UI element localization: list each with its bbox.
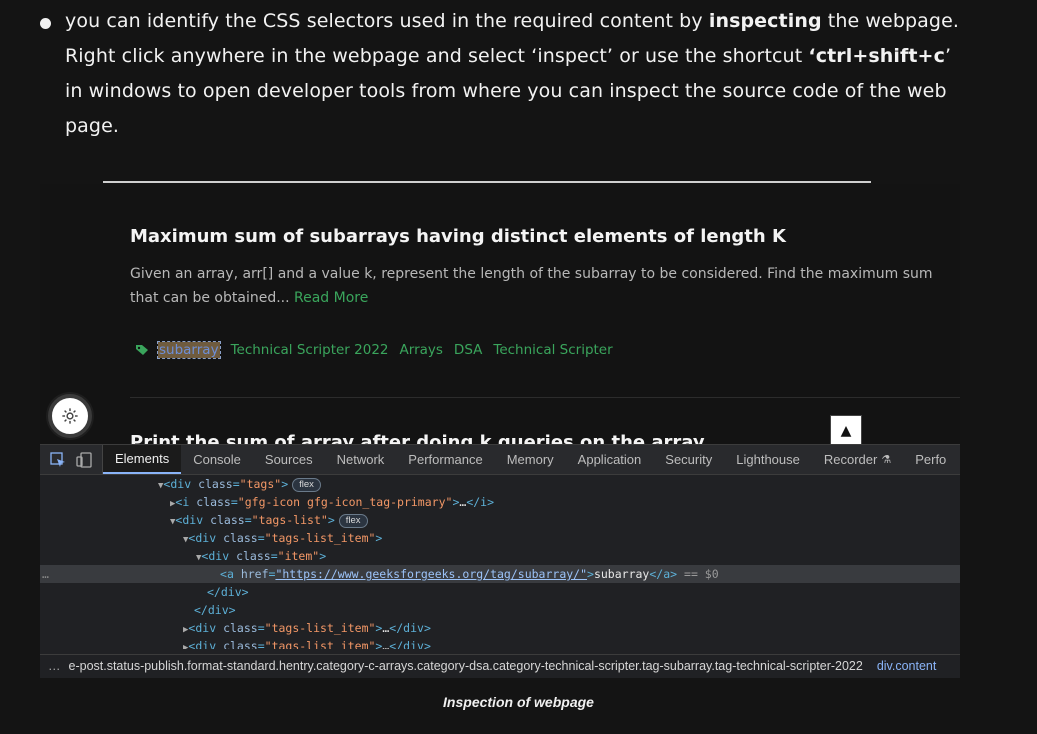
bullet-dot [40,18,51,29]
scroll-to-top-button[interactable]: ▲ [830,415,862,446]
card-title[interactable]: Maximum sum of subarrays having distinct… [130,226,786,247]
device-toolbar-icon[interactable] [76,451,92,468]
elements-tree: ▼<div class="tags"> flex ▶<i class="gfg-i… [40,475,960,649]
tab-lighthouse[interactable]: Lighthouse [724,445,812,474]
dom-node-tags[interactable]: ▼<div class="tags"> flex [40,475,960,493]
dom-node-icon[interactable]: ▶<i class="gfg-icon gfg-icon_tag-primary… [40,493,960,511]
inspecting-bold: inspecting [708,10,822,32]
tags-row: subarray Technical Scripter 2022 Arrays … [136,341,624,359]
card-separator [130,397,960,398]
dom-node-tags-list[interactable]: ▼<div class="tags-list"> flex [40,511,960,529]
tab-security[interactable]: Security [653,445,724,474]
href-link[interactable]: "https://www.geeksforgeeks.org/tag/subar… [275,567,587,581]
tag-icon [136,345,148,355]
arrow-up-icon: ▲ [840,422,852,439]
tag-subarray[interactable]: subarray [157,341,221,359]
dom-close-div[interactable]: </div> [40,583,960,601]
article-bullet: you can identify the CSS selectors used … [40,4,960,144]
figure-caption: Inspection of webpage [443,694,594,710]
tab-console[interactable]: Console [181,445,253,474]
settings-button[interactable] [48,394,92,438]
read-more-link[interactable]: Read More [294,290,368,306]
tab-network[interactable]: Network [325,445,397,474]
breadcrumb-more-icon[interactable]: … [40,655,69,678]
tab-performance[interactable]: Performance [396,445,494,474]
devtools-tool-icons [40,445,103,474]
breadcrumb-selector[interactable]: e-post.status-publish.format-standard.he… [69,655,863,678]
horizontal-rule [103,181,871,183]
dom-node-tags-list-item-collapsed[interactable]: ▶<div class="tags-list_item">…</div> [40,637,960,649]
devtools-panel: Elements Console Sources Network Perform… [40,444,960,678]
dom-node-tags-list-item-collapsed[interactable]: ▶<div class="tags-list_item">…</div> [40,619,960,637]
shortcut-bold: ‘ctrl+shift+c [808,45,945,67]
tag-technical-scripter[interactable]: Technical Scripter [493,342,612,358]
flex-badge[interactable]: flex [338,513,368,528]
tab-application[interactable]: Application [566,445,654,474]
inspect-element-icon[interactable] [50,451,66,468]
dom-node-selected-link[interactable]: … <a href="https://www.geeksforgeeks.org/… [40,565,960,583]
dom-node-tags-list-item[interactable]: ▼<div class="tags-list_item"> [40,529,960,547]
gear-icon [62,408,78,424]
bullet-text: you can identify the CSS selectors used … [65,10,959,137]
tag-dsa[interactable]: DSA [454,342,482,358]
devtools-breadcrumb: … e-post.status-publish.format-standard.… [40,654,960,678]
more-dots-icon[interactable]: … [42,565,49,583]
inspection-screenshot: Maximum sum of subarrays having distinct… [40,184,960,678]
devtools-tabbar: Elements Console Sources Network Perform… [40,445,960,475]
tab-performance-insights[interactable]: Perfo [903,445,958,474]
tag-technical-scripter-2022[interactable]: Technical Scripter 2022 [231,342,389,358]
card-description: Given an array, arr[] and a value k, rep… [130,266,933,306]
breadcrumb-div-content[interactable]: div.content [877,655,937,678]
flex-badge[interactable]: flex [292,477,321,492]
tab-recorder[interactable]: Recorder ⚗ [812,445,903,474]
dom-close-div[interactable]: </div> [40,601,960,619]
tab-elements[interactable]: Elements [103,445,182,474]
dom-node-item[interactable]: ▼<div class="item"> [40,547,960,565]
tab-memory[interactable]: Memory [495,445,566,474]
flask-icon: ⚗ [881,454,892,466]
tag-arrays[interactable]: Arrays [400,342,443,358]
tab-sources[interactable]: Sources [253,445,325,474]
